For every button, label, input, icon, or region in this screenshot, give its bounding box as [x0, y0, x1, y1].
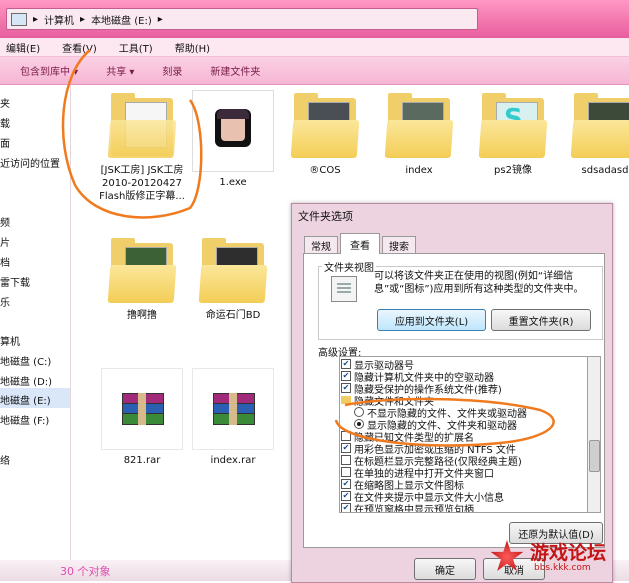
nav-item-drive-f[interactable]: 地磁盘 (F:) [0, 412, 49, 427]
breadcrumb-computer[interactable]: 计算机 [44, 12, 74, 27]
file-label: 命运石门BD [205, 310, 261, 321]
nav-item-videos[interactable]: 频 [0, 214, 10, 229]
menu-edit[interactable]: 编辑(E) [6, 40, 40, 55]
reset-folders-button[interactable]: 重置文件夹(R) [491, 309, 591, 331]
share-button[interactable]: 共享 ▾ [106, 63, 134, 78]
file-label: ®COS [309, 165, 341, 176]
star-logo-icon [490, 540, 524, 571]
nav-item-favorites[interactable]: 夹 [0, 95, 10, 110]
advanced-settings-tree[interactable]: ✔ 显示驱动器号 ✔ 隐藏计算机文件夹中的空驱动器 ✔ 隐藏受保护的操作系统文件(推荐… [339, 356, 589, 513]
folder-icon [107, 235, 177, 305]
folder-icon [107, 90, 177, 160]
burn-button[interactable]: 刻录 [162, 63, 182, 78]
file-label: index [405, 165, 433, 176]
chevron-right-icon[interactable]: ▸ [33, 14, 38, 25]
file-item[interactable]: index [374, 90, 464, 177]
nav-item-downloads[interactable]: 载 [0, 115, 10, 130]
menu-bar: 编辑(E) 查看(V) 工具(T) 帮助(H) [0, 38, 629, 57]
tab-general[interactable]: 常规 [304, 236, 338, 254]
checkbox[interactable]: ✔ [341, 491, 351, 501]
folder-icon: S [478, 90, 548, 160]
nav-item-desktop[interactable]: 面 [0, 135, 10, 150]
checkbox[interactable]: ✔ [341, 479, 351, 489]
apply-to-folders-button[interactable]: 应用到文件夹(L) [377, 309, 486, 331]
nav-item-pictures[interactable]: 片 [0, 234, 10, 249]
checkbox[interactable]: ✔ [341, 359, 351, 369]
checkbox[interactable] [341, 455, 351, 465]
computer-icon [11, 12, 27, 26]
file-item[interactable]: ®COS [280, 90, 370, 177]
checkbox[interactable] [341, 467, 351, 477]
file-label: sdsadasd [581, 165, 629, 176]
watermark-url: bbs.kkk.com [534, 563, 591, 573]
breadcrumb-drive-e[interactable]: 本地磁盘 (E:) [91, 12, 152, 27]
folder-icon [198, 235, 268, 305]
file-item[interactable]: index.rar [188, 368, 278, 467]
nav-item-computer[interactable]: 算机 [0, 333, 20, 348]
app-icon [192, 90, 274, 172]
file-item[interactable]: 821.rar [97, 368, 187, 467]
nav-item-recent-places[interactable]: 近访问的位置 [0, 155, 60, 170]
include-in-library-button[interactable]: 包含到库中 ▾ [20, 63, 78, 78]
new-folder-button[interactable]: 新建文件夹 [210, 63, 260, 78]
nav-item-music[interactable]: 乐 [0, 294, 10, 309]
group-title: 文件夹视图 [322, 259, 376, 274]
setting-row[interactable]: ✔ 在预览窗格中显示预览句柄 [341, 502, 474, 513]
tree-scrollbar-thumb[interactable] [589, 440, 600, 472]
folder-icon [341, 396, 351, 404]
radio-button[interactable] [354, 419, 364, 429]
checkbox[interactable]: ✔ [341, 383, 351, 393]
nav-item-documents[interactable]: 档 [0, 254, 10, 269]
file-item[interactable]: S ps2镜像 [468, 90, 558, 177]
checkbox[interactable]: ✔ [341, 371, 351, 381]
folder-icon [570, 90, 629, 160]
archive-icon [101, 368, 183, 450]
folder-icon [384, 90, 454, 160]
nav-item-drive-c[interactable]: 地磁盘 (C:) [0, 353, 51, 368]
file-label: ps2镜像 [494, 165, 532, 176]
site-watermark: 游戏论坛 bbs.kkk.com [490, 535, 625, 581]
menu-view[interactable]: 查看(V) [62, 40, 97, 55]
dialog-title: 文件夹选项 [298, 210, 353, 223]
folder-view-description: 可以将该文件夹正在使用的视图(例如“详细信息”或“图标”)应用到所有这种类型的文… [374, 271, 584, 295]
file-label: 821.rar [123, 455, 161, 466]
file-item[interactable]: 撸啊撸 [97, 235, 187, 322]
ok-button[interactable]: 确定 [414, 558, 476, 580]
address-box[interactable]: ▸ 计算机 ▸ 本地磁盘 (E:) ▸ [6, 8, 478, 30]
file-item[interactable]: sdsadasd [560, 90, 629, 177]
watermark-text: 游戏论坛 [530, 542, 607, 564]
file-label: 撸啊撸 [127, 310, 157, 321]
nav-item-network[interactable]: 络 [0, 452, 10, 467]
tab-search[interactable]: 搜索 [382, 236, 416, 254]
file-label: 1.exe [219, 177, 247, 188]
file-label: [JSK工房] JSK工房 2010-20120427 Flash版修正字幕..… [99, 165, 185, 202]
folder-icon [290, 90, 360, 160]
checkbox[interactable] [341, 431, 351, 441]
chevron-right-icon[interactable]: ▸ [158, 14, 163, 25]
nav-item-thunder-download[interactable]: 雷下载 [0, 274, 30, 289]
checkbox[interactable]: ✔ [341, 503, 351, 512]
chevron-right-icon[interactable]: ▸ [80, 14, 85, 25]
command-bar: 包含到库中 ▾ 共享 ▾ 刻录 新建文件夹 [0, 57, 629, 85]
tab-view[interactable]: 查看 [340, 233, 380, 254]
file-item[interactable]: [JSK工房] JSK工房 2010-20120427 Flash版修正字幕..… [97, 90, 187, 203]
menu-help[interactable]: 帮助(H) [175, 40, 210, 55]
menu-tools[interactable]: 工具(T) [119, 40, 153, 55]
file-label: index.rar [210, 455, 256, 466]
setting-label: 在预览窗格中显示预览句柄 [354, 504, 474, 513]
checkbox[interactable]: ✔ [341, 443, 351, 453]
item-count: 30 个对象 [60, 565, 111, 578]
archive-icon [192, 368, 274, 450]
tree-scrollbar[interactable] [587, 356, 601, 513]
radio-button[interactable] [354, 407, 364, 417]
file-item[interactable]: 命运石门BD [188, 235, 278, 322]
nav-item-drive-e[interactable]: 地磁盘 (E:) [0, 392, 51, 407]
nav-item-drive-d[interactable]: 地磁盘 (D:) [0, 373, 52, 388]
file-item[interactable]: 1.exe [188, 90, 278, 189]
folder-view-icon [331, 276, 357, 302]
